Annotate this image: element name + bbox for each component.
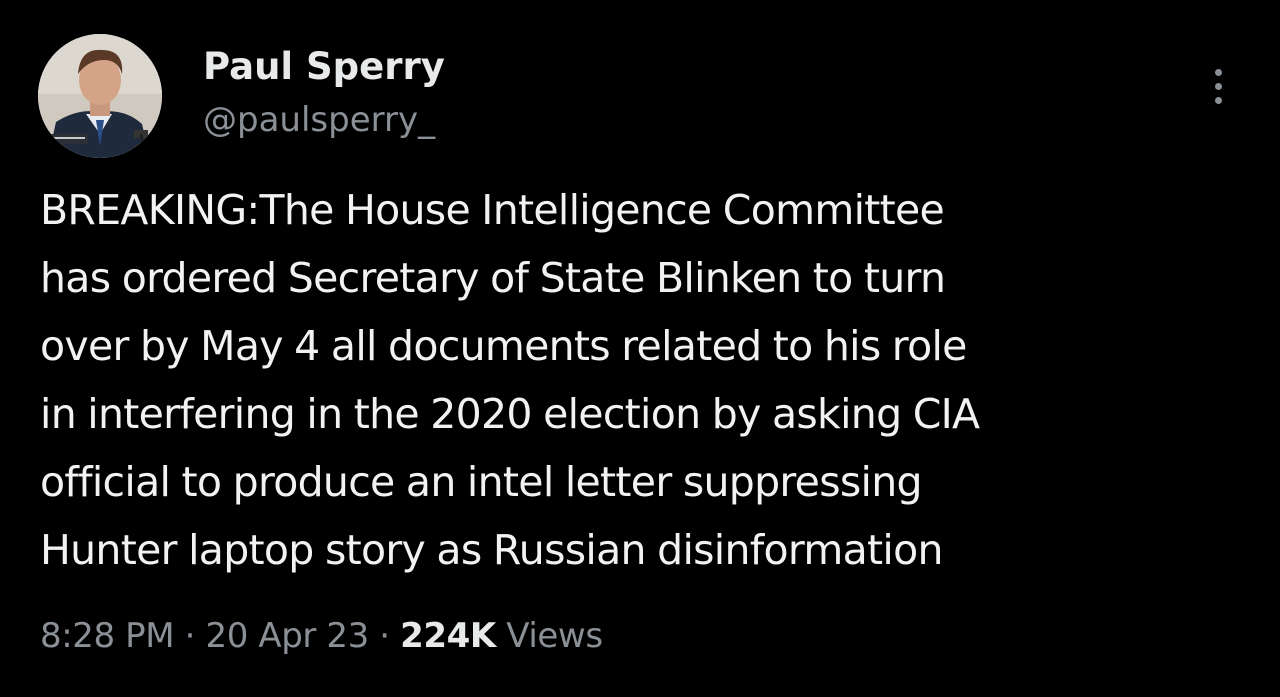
avatar-photo [38,34,162,158]
author-handle[interactable]: @paulsperry_ [203,98,435,142]
more-horizontal-icon [1214,68,1222,76]
author-name[interactable]: Paul Sperry [203,44,445,90]
tweet-text-line: BREAKING:The House Intelligence Committe… [40,186,945,234]
meta-separator: · [184,616,196,656]
tweet-text-line: has ordered Secretary of State Blinken t… [40,254,946,302]
more-horizontal-icon [1214,82,1222,90]
tweet-text-line: official to produce an intel letter supp… [40,458,923,506]
tweet-metadata: 8:28 PM · 20 Apr 23 · 224K Views [40,612,603,660]
tweet-card: Paul Sperry @paulsperry_ BREAKING:The Ho… [0,0,1280,697]
more-options-button[interactable] [1196,62,1240,110]
views-count[interactable]: 224K [400,616,496,656]
views-label: Views [506,616,603,656]
tweet-date[interactable]: 20 Apr 23 [205,616,369,656]
tweet-text-line: in interfering in the 2020 election by a… [40,390,980,438]
meta-separator: · [379,616,390,656]
tweet-text-line: over by May 4 all documents related to h… [40,322,967,370]
tweet-text: BREAKING:The House Intelligence Committe… [40,176,1260,584]
avatar[interactable] [38,34,162,158]
tweet-time[interactable]: 8:28 PM [40,616,175,656]
tweet-text-line: Hunter laptop story as Russian disinform… [40,526,943,574]
more-horizontal-icon [1214,96,1222,104]
